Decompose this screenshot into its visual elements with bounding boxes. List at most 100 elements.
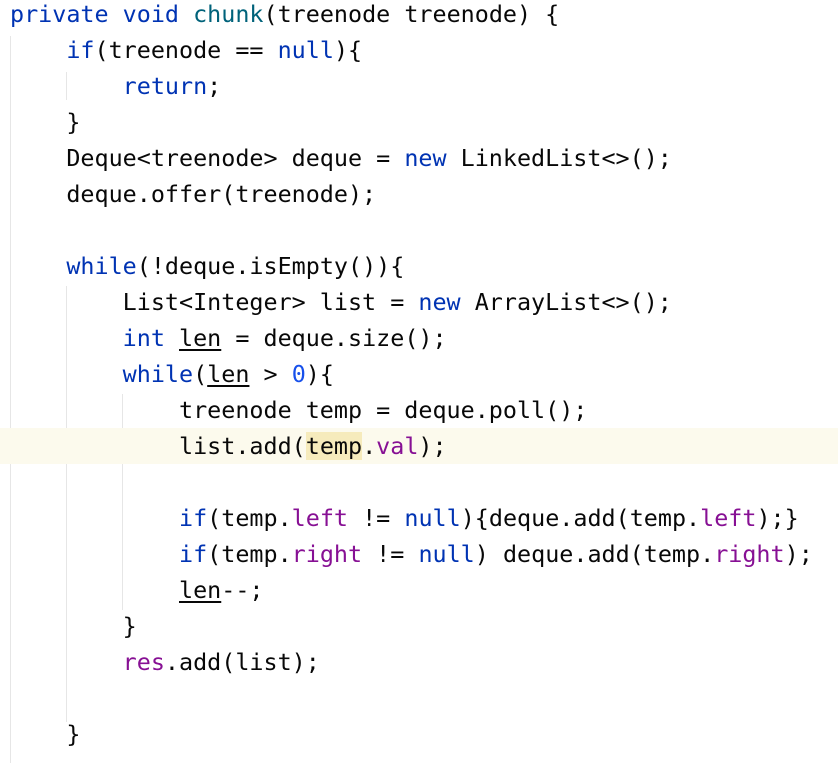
code-line[interactable]: List<Integer> list = new ArrayList<>(); [0, 284, 838, 320]
code-line[interactable] [0, 212, 838, 248]
code-text: if(temp.right != null) deque.add(temp.ri… [10, 536, 813, 572]
code-token: while [66, 252, 137, 280]
code-text: len--; [10, 572, 264, 608]
code-token: right [714, 540, 785, 568]
code-token: Deque<treenode> deque = [10, 144, 405, 172]
code-token: ( [193, 360, 208, 388]
code-line[interactable]: private void chunk(treenode treenode) { [0, 0, 838, 32]
code-token: List<Integer> list = [10, 288, 419, 316]
code-text: deque.offer(treenode); [10, 176, 376, 212]
code-line[interactable]: if(temp.right != null) deque.add(temp.ri… [0, 536, 838, 572]
code-token: ArrayList<>(); [460, 288, 672, 316]
code-line[interactable]: len--; [0, 572, 838, 608]
code-line[interactable] [0, 680, 838, 716]
code-token: int [122, 324, 165, 352]
code-token: new [418, 288, 461, 316]
code-text: } [10, 608, 137, 644]
code-line[interactable]: } [0, 716, 838, 752]
code-token: if [66, 36, 95, 64]
code-token: } [10, 612, 137, 640]
code-token: private void [10, 0, 194, 28]
code-line[interactable]: treenode temp = deque.poll(); [0, 392, 838, 428]
code-token: null [277, 36, 334, 64]
code-token: list.add( [10, 432, 306, 460]
code-token: new [404, 144, 447, 172]
code-token: LinkedList<>(); [446, 144, 672, 172]
code-token: ) deque.add(temp. [474, 540, 715, 568]
code-token: . [362, 432, 377, 460]
code-text: if(treenode == null){ [10, 32, 362, 68]
code-token: res [122, 648, 165, 676]
code-token: temp [305, 432, 363, 460]
code-line[interactable]: res.add(list); [0, 644, 838, 680]
code-token: while [122, 360, 194, 388]
code-token: } [10, 108, 81, 136]
code-token: (temp. [207, 504, 292, 532]
code-line[interactable]: if(temp.left != null){deque.add(temp.lef… [0, 500, 838, 536]
code-text: int len = deque.size(); [10, 320, 447, 356]
code-token: ){ [305, 360, 334, 388]
code-token: if [179, 540, 208, 568]
code-text: if(temp.left != null){deque.add(temp.lef… [10, 500, 799, 536]
code-token: != [362, 540, 419, 568]
code-token: --; [221, 576, 264, 604]
code-text: treenode temp = deque.poll(); [10, 392, 587, 428]
code-text: List<Integer> list = new ArrayList<>(); [10, 284, 672, 320]
code-token: null [404, 504, 461, 532]
code-text: while(!deque.isEmpty()){ [10, 248, 404, 284]
code-line-current[interactable]: list.add(temp.val); [0, 428, 838, 464]
code-editor[interactable]: private void chunk(treenode treenode) { … [0, 0, 838, 763]
code-token: } [10, 720, 81, 748]
code-line[interactable]: } [0, 104, 838, 140]
code-token: return [122, 72, 208, 100]
code-line[interactable]: while(!deque.isEmpty()){ [0, 248, 838, 284]
code-token: ); [418, 432, 447, 460]
code-text: while(len > 0){ [10, 356, 334, 392]
code-token: treenode temp = deque.poll(); [10, 396, 588, 424]
code-token: = deque.size(); [221, 324, 447, 352]
code-token: len [179, 324, 222, 352]
code-text: res.add(list); [10, 644, 320, 680]
code-line[interactable]: if(treenode == null){ [0, 32, 838, 68]
code-token: null [418, 540, 475, 568]
code-token: > [249, 360, 292, 388]
code-line[interactable]: while(len > 0){ [0, 356, 838, 392]
code-line[interactable] [0, 464, 838, 500]
code-token: != [348, 504, 405, 532]
code-token: len [179, 576, 222, 604]
code-line[interactable]: deque.offer(treenode); [0, 176, 838, 212]
code-line[interactable]: return; [0, 68, 838, 104]
code-token: (temp. [207, 540, 292, 568]
code-token: if [179, 504, 208, 532]
code-line[interactable]: int len = deque.size(); [0, 320, 838, 356]
code-token: .add(list); [164, 648, 320, 676]
code-token: right [291, 540, 363, 568]
code-line[interactable]: } [0, 608, 838, 644]
code-token: val [376, 432, 419, 460]
code-token: ){ [333, 36, 363, 64]
code-token: (treenode == [94, 36, 278, 64]
code-token: (treenode treenode) { [263, 0, 560, 28]
code-text: } [10, 716, 80, 752]
code-token: ); [784, 540, 813, 568]
code-line[interactable]: Deque<treenode> deque = new LinkedList<>… [0, 140, 838, 176]
code-text: } [10, 104, 80, 140]
code-token: chunk [193, 0, 264, 28]
code-text: private void chunk(treenode treenode) { [10, 0, 559, 32]
code-token: );} [756, 504, 799, 532]
code-token: left [700, 504, 757, 532]
code-token: ){deque.add(temp. [460, 504, 701, 532]
code-token: (!deque.isEmpty()){ [136, 252, 405, 280]
code-token: len [207, 360, 250, 388]
code-text: Deque<treenode> deque = new LinkedList<>… [10, 140, 672, 176]
